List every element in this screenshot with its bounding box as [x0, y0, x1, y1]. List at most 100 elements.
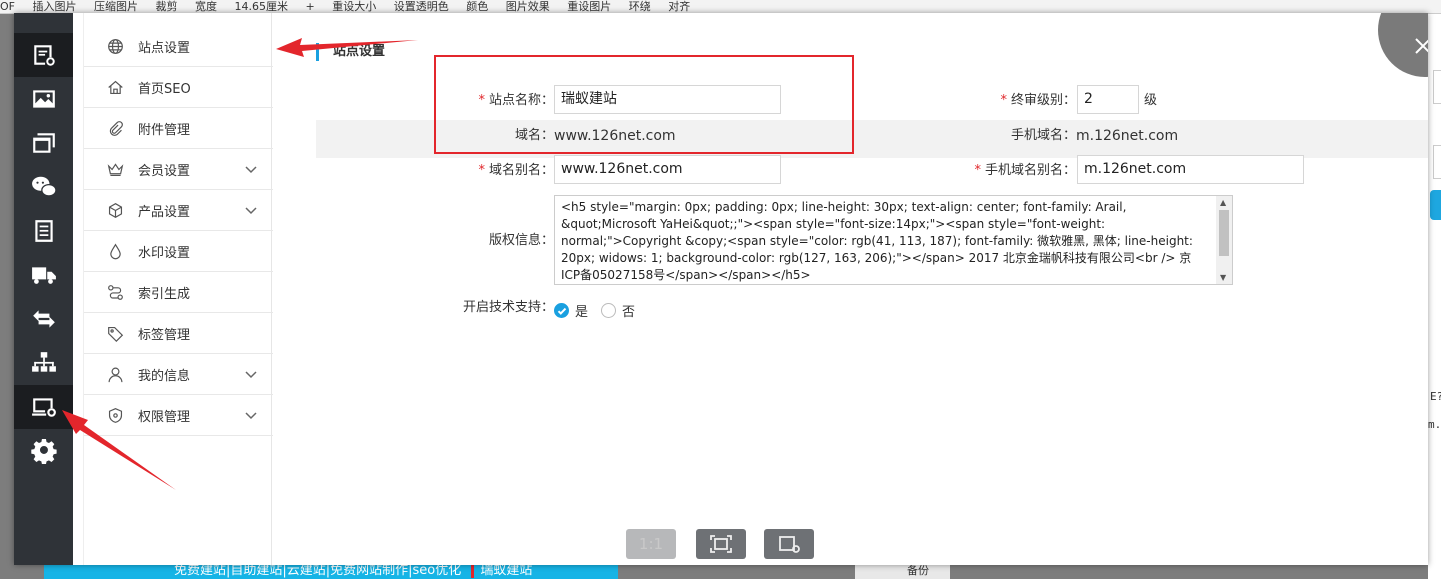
- route-icon: [106, 283, 124, 301]
- menu-item-label: 会员设置: [138, 163, 191, 179]
- bg-toolbar-item: +: [305, 0, 315, 13]
- settings-menu: 站点设置 首页SEO 附件管理 会员设置 产品设置 水印设置 索引生成 标签管理…: [83, 13, 273, 565]
- mobile-alias-label: * 手机域名别名：: [974, 163, 1076, 178]
- menu-item-label: 站点设置: [138, 40, 191, 56]
- background-snippet: m.1: [1428, 418, 1441, 431]
- menu-item-watermark[interactable]: 水印设置: [84, 231, 273, 272]
- bg-toolbar-item: 重设大小: [332, 0, 377, 13]
- rail-wechat[interactable]: [14, 165, 73, 209]
- window-icon: [32, 133, 55, 153]
- paperclip-icon: [106, 119, 124, 137]
- tech-support-label: 开启技术支持：: [462, 300, 554, 315]
- actual-size-button[interactable]: 1:1: [626, 529, 676, 559]
- final-review-unit: 级: [1144, 93, 1158, 108]
- textarea-scrollbar[interactable]: ▲ ▼: [1216, 196, 1232, 284]
- crop-image-icon: [779, 536, 800, 553]
- bg-toolbar-item: 设置透明色: [393, 0, 449, 13]
- bg-toolbar-item: 颜色: [466, 0, 489, 13]
- required-mark: *: [974, 163, 981, 178]
- user-icon: [106, 365, 124, 383]
- truck-icon: [31, 267, 56, 284]
- bg-toolbar-item: 裁剪: [155, 0, 178, 13]
- menu-item-label: 我的信息: [138, 368, 191, 384]
- fit-screen-button[interactable]: [696, 529, 746, 559]
- menu-item-tag-management[interactable]: 标签管理: [84, 313, 273, 354]
- background-button: [1430, 190, 1441, 220]
- menu-item-index-generate[interactable]: 索引生成: [84, 272, 273, 313]
- menu-item-label: 首页SEO: [138, 81, 191, 97]
- home-icon: [106, 78, 124, 96]
- bg-toolbar-item: 对齐: [668, 0, 691, 13]
- rail-logistics[interactable]: [14, 253, 73, 297]
- globe-icon: [106, 37, 124, 55]
- scroll-down-icon[interactable]: ▼: [1220, 273, 1226, 282]
- close-icon: [1415, 38, 1428, 54]
- menu-item-my-info[interactable]: 我的信息: [84, 354, 273, 395]
- copyright-label: 版权信息：: [488, 233, 554, 248]
- tech-support-yes-radio[interactable]: 是: [554, 301, 588, 320]
- rail-images[interactable]: [14, 77, 73, 121]
- mobile-domain-value: m.126net.com: [1076, 128, 1179, 144]
- bg-toolbar-item: 压缩图片: [94, 0, 138, 13]
- menu-item-permissions[interactable]: 权限管理: [84, 395, 273, 436]
- menu-item-site-settings[interactable]: 站点设置: [84, 26, 273, 67]
- bg-toolbar-item: 宽度: [195, 0, 217, 13]
- required-mark: *: [478, 163, 485, 178]
- exchange-icon: [32, 310, 55, 328]
- scroll-up-icon[interactable]: ▲: [1220, 198, 1226, 207]
- crop-image-button[interactable]: [764, 529, 814, 559]
- mobile-alias-input[interactable]: m.126net.com: [1077, 155, 1304, 184]
- menu-item-home-seo[interactable]: 首页SEO: [84, 67, 273, 108]
- rail-exchange[interactable]: [14, 297, 73, 341]
- sitemap-icon: [31, 352, 56, 372]
- section-title: 站点设置: [316, 43, 385, 61]
- box-icon: [106, 201, 124, 219]
- menu-item-label: 产品设置: [138, 204, 191, 220]
- required-mark: *: [1000, 93, 1007, 108]
- domain-alias-label: * 域名别名：: [478, 163, 554, 178]
- menu-item-label: 权限管理: [138, 409, 191, 425]
- wechat-icon: [31, 176, 57, 197]
- menu-item-member-settings[interactable]: 会员设置: [84, 149, 273, 190]
- icon-rail: [14, 13, 73, 565]
- rail-articles[interactable]: [14, 209, 73, 253]
- crown-icon: [106, 160, 124, 178]
- background-box: [1433, 70, 1441, 104]
- background-toolbar: OF 插入图片 压缩图片 裁剪 宽度 14.65厘米 + 重设大小 设置透明色 …: [0, 0, 1441, 14]
- background-footer-bar: 免费建站|自助建站|云建站|免费网站制作|seo优化 瑞蚁建站: [44, 563, 618, 579]
- menu-item-attachments[interactable]: 附件管理: [84, 108, 273, 149]
- gear-icon: [30, 438, 57, 464]
- copyright-textarea[interactable]: <h5 style="margin: 0px; padding: 0px; li…: [554, 195, 1233, 285]
- chevron-down-icon[interactable]: [245, 204, 257, 216]
- scroll-thumb[interactable]: [1219, 210, 1229, 256]
- menu-item-label: 附件管理: [138, 122, 191, 138]
- monitor-settings-icon: [31, 398, 56, 417]
- tech-support-no-radio[interactable]: 否: [601, 301, 635, 320]
- rail-sitemap[interactable]: [14, 341, 73, 385]
- background-footer-brand: 瑞蚁建站: [471, 563, 533, 578]
- radio-unchecked-icon: [601, 303, 616, 318]
- rail-system-settings[interactable]: [14, 385, 73, 429]
- shield-icon: [106, 406, 124, 424]
- image-icon: [32, 90, 55, 108]
- close-button[interactable]: [1411, 34, 1428, 58]
- bg-toolbar-item: OF: [0, 0, 15, 13]
- chevron-down-icon[interactable]: [245, 368, 257, 380]
- domain-alias-input[interactable]: www.126net.com: [554, 155, 781, 184]
- background-snippet: E?: [1430, 390, 1441, 403]
- rail-site-settings[interactable]: [14, 33, 73, 77]
- rail-gear[interactable]: [14, 429, 73, 473]
- fit-screen-icon: [710, 535, 732, 553]
- radio-label: 否: [622, 305, 636, 320]
- menu-item-label: 水印设置: [138, 245, 191, 261]
- rail-windows[interactable]: [14, 121, 73, 165]
- mobile-domain-label: 手机域名：: [1010, 128, 1076, 143]
- final-review-input[interactable]: 2: [1077, 85, 1139, 114]
- background-footer-text: 免费建站|自助建站|云建站|免费网站制作|seo优化: [174, 563, 462, 578]
- chevron-down-icon[interactable]: [245, 163, 257, 175]
- chevron-down-icon[interactable]: [245, 409, 257, 421]
- site-settings-icon: [33, 45, 55, 66]
- radio-label: 是: [575, 305, 589, 320]
- bg-toolbar-item: 14.65厘米: [234, 0, 289, 13]
- menu-item-product-settings[interactable]: 产品设置: [84, 190, 273, 231]
